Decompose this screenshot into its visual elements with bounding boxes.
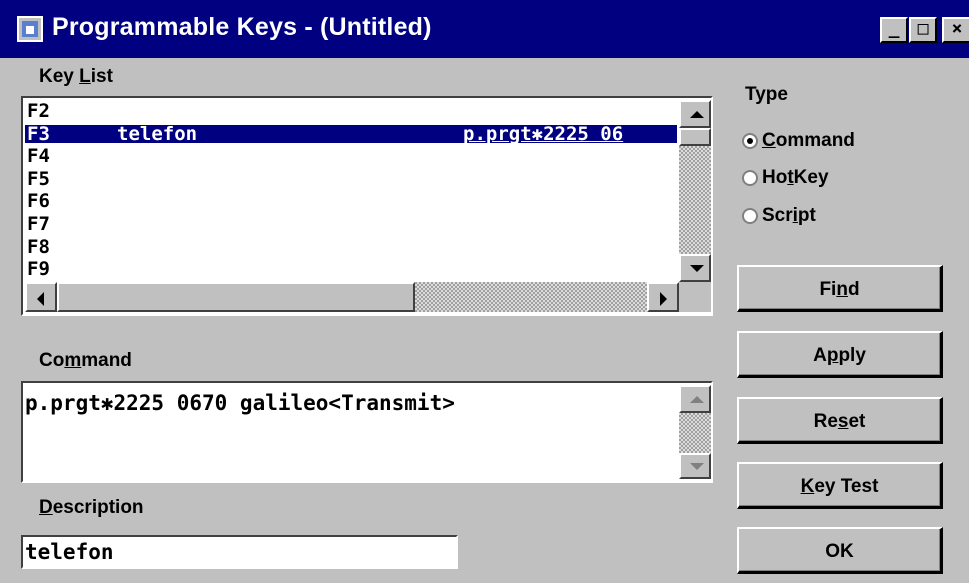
key-list-row-key: F9 — [27, 258, 50, 280]
maximize-button[interactable]: □ — [909, 17, 937, 43]
radio-button-icon — [742, 170, 758, 186]
key-list-row[interactable]: F9 — [25, 258, 677, 280]
key-list-vscroll-thumb[interactable] — [679, 128, 711, 146]
type-label: Type — [745, 84, 788, 105]
apply-button-label: Apply — [813, 345, 866, 366]
key-list-rows: F2 F3 telefon p.prgt✱2225 06 F4 F5 F6 F7 F8 F9 — [25, 100, 677, 280]
key-list-row-description: telefon — [117, 122, 198, 145]
title-bar[interactable]: Programmable Keys - (Untitled) _ □ × — [0, 0, 969, 58]
key-list-row-command: p.prgt✱2225 06 — [463, 122, 624, 145]
description-text: telefon — [25, 540, 114, 564]
key-list-row[interactable]: F4 — [25, 145, 677, 168]
key-list-scroll-right-button[interactable] — [647, 282, 679, 312]
key-list-label: Key List — [39, 66, 113, 87]
key-list-row-key: F7 — [27, 213, 50, 235]
command-scroll-up-button[interactable] — [679, 385, 711, 413]
key-list-scroll-left-button[interactable] — [25, 282, 57, 312]
radio-hotkey-label: HotKey — [762, 167, 829, 188]
maximize-icon: □ — [917, 18, 929, 39]
key-list-row-key: F3 — [27, 122, 50, 145]
close-icon: × — [951, 18, 963, 39]
key-list-row-key: F4 — [27, 145, 50, 168]
programmable-keys-window: Programmable Keys - (Untitled) _ □ × Key… — [0, 0, 969, 583]
key-list-scroll-down-button[interactable] — [679, 254, 711, 282]
key-list-row[interactable]: F8 — [25, 235, 677, 258]
key-list-row[interactable]: F5 — [25, 167, 677, 190]
radio-button-icon — [742, 133, 758, 149]
reset-button[interactable]: Reset — [737, 397, 943, 444]
close-button[interactable]: × — [942, 17, 969, 43]
apply-button[interactable]: Apply — [737, 331, 943, 378]
radio-button-icon — [742, 208, 758, 224]
key-list-row[interactable]: F2 — [25, 100, 677, 122]
radio-command-label: Command — [762, 130, 855, 151]
key-list-row[interactable]: F7 — [25, 213, 677, 235]
command-label: Command — [39, 350, 132, 371]
key-list-row-key: F8 — [27, 235, 50, 258]
key-list-row-key: F2 — [27, 100, 50, 122]
arrow-up-icon — [690, 396, 704, 403]
minimize-icon: _ — [888, 18, 900, 39]
key-list-row-key: F6 — [27, 190, 50, 213]
key-list[interactable]: F2 F3 telefon p.prgt✱2225 06 F4 F5 F6 F7 F8 F9 — [21, 96, 713, 316]
key-list-hscroll-thumb[interactable] — [57, 282, 415, 312]
key-test-button[interactable]: Key Test — [737, 462, 943, 509]
command-textarea[interactable]: p.prgt✱2225 0670 galileo<Transmit> — [21, 381, 713, 483]
key-test-button-label: Key Test — [800, 476, 879, 497]
minimize-button[interactable]: _ — [880, 17, 908, 43]
arrow-down-icon — [690, 463, 704, 470]
arrow-up-icon — [690, 111, 704, 118]
arrow-down-icon — [690, 265, 704, 272]
command-text: p.prgt✱2225 0670 galileo<Transmit> — [25, 391, 455, 415]
key-list-row[interactable]: F3 telefon p.prgt✱2225 06 — [25, 122, 677, 145]
ok-button[interactable]: OK — [737, 527, 943, 574]
arrow-right-icon — [660, 292, 667, 306]
description-field[interactable]: telefon — [21, 535, 458, 569]
description-label: Description — [39, 497, 144, 518]
command-scroll-down-button[interactable] — [679, 453, 711, 479]
app-icon[interactable] — [17, 16, 43, 42]
scroll-corner — [679, 282, 711, 312]
window-title: Programmable Keys - (Untitled) — [52, 13, 432, 41]
reset-button-label: Reset — [813, 411, 866, 432]
key-list-row-key: F5 — [27, 167, 50, 190]
key-list-row[interactable]: F6 — [25, 190, 677, 213]
key-list-scroll-up-button[interactable] — [679, 100, 711, 128]
find-button[interactable]: Find — [737, 265, 943, 312]
ok-button-label: OK — [825, 541, 854, 562]
find-button-label: Find — [819, 279, 860, 300]
arrow-left-icon — [37, 292, 44, 306]
radio-script-label: Script — [762, 205, 816, 226]
